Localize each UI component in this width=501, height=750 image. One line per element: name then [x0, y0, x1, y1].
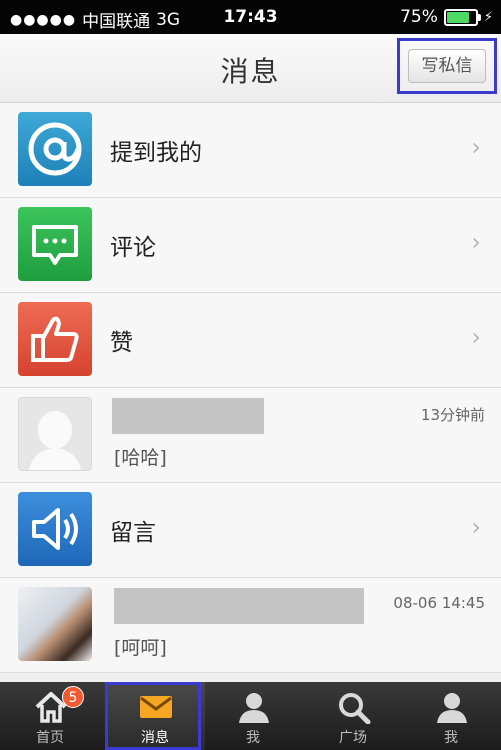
nav-bar: 消息 写私信: [0, 34, 501, 103]
speaker-icon: [18, 492, 92, 566]
status-bar: ●●●●● 中国联通 3G 17:43 75% ⚡: [0, 0, 501, 34]
message-time: 08-06 14:45: [393, 594, 485, 612]
tab-home[interactable]: 5 首页: [0, 682, 100, 750]
redacted-username: [114, 588, 364, 624]
tab-label: 广场: [339, 730, 367, 746]
list-item-guestbook[interactable]: 留言 ›: [0, 483, 501, 578]
message-preview: [呵呵]: [114, 637, 167, 659]
default-avatar-icon: [18, 397, 92, 471]
list-item-label: 留言: [110, 520, 156, 546]
tab-label: 首页: [36, 730, 64, 746]
list-item-mentions[interactable]: 提到我的 ›: [0, 103, 501, 198]
comment-icon: [18, 207, 92, 281]
message-preview: [哈哈]: [114, 447, 167, 469]
conversation-item[interactable]: [呵呵] 08-06 14:45: [0, 578, 501, 673]
conversation-item[interactable]: [哈哈] 13分钟前: [0, 388, 501, 483]
chevron-right-icon: ›: [471, 513, 481, 541]
list-item-label: 评论: [110, 235, 156, 261]
list-item-comments[interactable]: 评论 ›: [0, 198, 501, 293]
message-time: 13分钟前: [420, 406, 485, 424]
tab-label: 我: [444, 730, 458, 746]
photo-avatar: [18, 587, 92, 661]
search-icon: [339, 693, 371, 724]
redacted-username: [112, 398, 264, 434]
person-icon: [437, 693, 467, 723]
message-list: 提到我的 › 评论 › 赞 › [哈哈] 13分钟前 留言 › [呵呵] 08-…: [0, 103, 501, 673]
list-item-label: 提到我的: [110, 140, 202, 166]
active-tab-highlight: [105, 682, 201, 750]
tab-me-secondary[interactable]: 我: [401, 682, 501, 750]
chevron-right-icon: ›: [471, 133, 481, 161]
tab-me[interactable]: 我: [203, 682, 303, 750]
battery-percent: 75%: [400, 7, 438, 27]
thumbs-up-icon: [18, 302, 92, 376]
unread-badge: 5: [62, 686, 84, 708]
list-item-likes[interactable]: 赞 ›: [0, 293, 501, 388]
battery-icon: [443, 8, 481, 26]
tab-label: 我: [246, 730, 260, 746]
charging-icon: ⚡: [483, 9, 493, 25]
tab-square[interactable]: 广场: [303, 682, 403, 750]
tab-bar: 5 首页 消息 我 广场 我: [0, 682, 501, 750]
chevron-right-icon: ›: [471, 228, 481, 256]
list-item-label: 赞: [110, 330, 133, 356]
battery-fill: [446, 11, 470, 23]
compose-message-button[interactable]: 写私信: [408, 49, 486, 83]
at-icon: [18, 112, 92, 186]
person-icon: [239, 693, 269, 723]
compose-highlight: 写私信: [397, 38, 497, 94]
chevron-right-icon: ›: [471, 323, 481, 351]
